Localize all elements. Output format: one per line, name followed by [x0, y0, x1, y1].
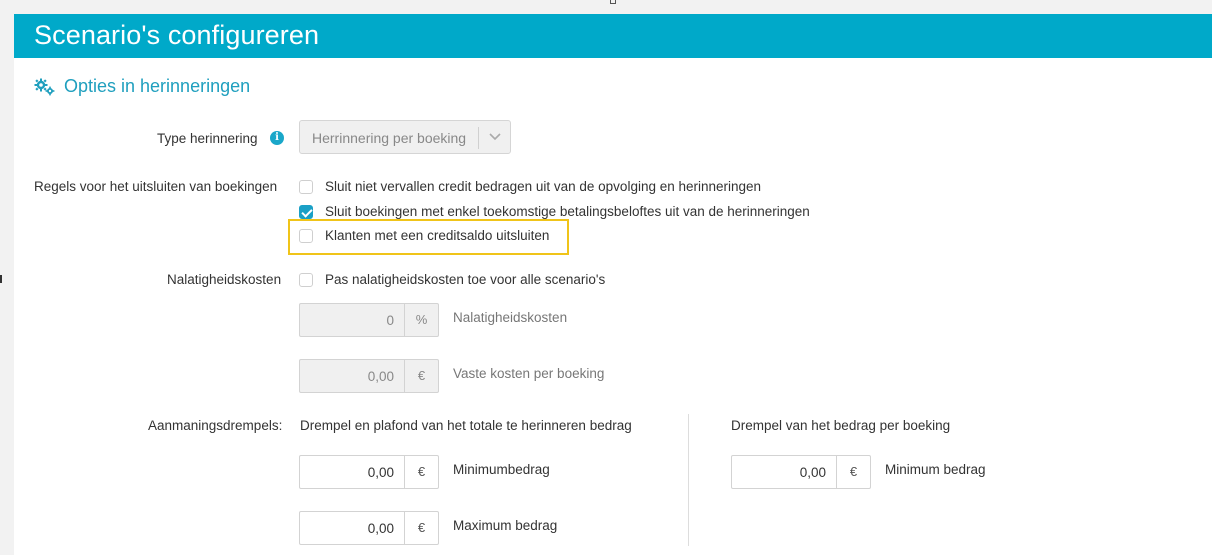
aanmaning-label: Aanmaningsdrempels: [148, 418, 283, 433]
column-divider [688, 414, 689, 546]
input-value: 0,00 [367, 465, 394, 480]
percent-addon: % [404, 304, 438, 336]
fixed-cost-input[interactable]: 0,00 € [299, 359, 439, 393]
option-label: Pas nalatigheidskosten toe voor alle sce… [325, 272, 606, 287]
input-value: 0,00 [367, 369, 394, 384]
maximum-input[interactable]: 0,00 € [299, 511, 439, 545]
euro-addon: € [404, 360, 438, 392]
select-separator [478, 127, 479, 149]
per-booking-input[interactable]: 0,00 € [731, 455, 871, 489]
highlight-box [288, 219, 569, 255]
regels-label: Regels voor het uitsluiten van boekingen [34, 179, 278, 194]
section-title: Opties in herinneringen [64, 76, 251, 96]
page-title: Scenario's configureren [34, 20, 320, 50]
option-credit-bedragen[interactable]: Sluit niet vervallen credit bedragen uit… [299, 179, 761, 194]
fixed-field-label: Vaste kosten per boeking [453, 366, 605, 381]
gears-icon [34, 78, 56, 96]
section-heading: Opties in herinneringen [34, 76, 250, 97]
minimum-field-label: Minimumbedrag [453, 462, 550, 477]
info-icon[interactable]: i [270, 131, 284, 145]
maximum-field-label: Maximum bedrag [453, 518, 558, 533]
option-label: Sluit niet vervallen credit bedragen uit… [325, 179, 762, 194]
left-edge-mark [0, 275, 2, 283]
checkbox[interactable] [299, 179, 313, 194]
chevron-down-icon [488, 129, 502, 146]
option-betalingsbeloftes[interactable]: Sluit boekingen met enkel toekomstige be… [299, 204, 810, 219]
per-booking-heading: Drempel van het bedrag per boeking [731, 418, 951, 433]
input-value: 0,00 [799, 465, 826, 480]
panel-header: Scenario's configureren [14, 14, 1212, 58]
nalatigheid-label: Nalatigheidskosten [167, 272, 282, 287]
option-nalatigheid[interactable]: Pas nalatigheidskosten toe voor alle sce… [299, 272, 605, 287]
minimum-input[interactable]: 0,00 € [299, 455, 439, 489]
select-value: Herrinnering per boeking [312, 130, 467, 146]
input-value: 0,00 [367, 521, 394, 536]
checkbox[interactable] [299, 272, 313, 287]
scenario-panel: Scenario's configureren Opties in herinn… [14, 14, 1212, 555]
checkbox-checked[interactable] [299, 204, 313, 219]
euro-addon: € [836, 456, 870, 488]
type-herinnering-select[interactable]: Herrinnering per boeking [299, 120, 511, 154]
euro-addon: € [404, 456, 438, 488]
option-label: Sluit boekingen met enkel toekomstige be… [325, 204, 810, 219]
percent-field-label: Nalatigheidskosten [453, 310, 568, 325]
total-heading: Drempel en plafond van het totale te her… [300, 418, 632, 433]
input-value: 0 [386, 313, 394, 328]
window-tick [610, 0, 616, 4]
percent-input[interactable]: 0 % [299, 303, 439, 337]
top-strip [0, 0, 1212, 14]
type-herinnering-label: Type herinnering [157, 131, 258, 146]
euro-addon: € [404, 512, 438, 544]
per-booking-field-label: Minimum bedrag [885, 462, 986, 477]
